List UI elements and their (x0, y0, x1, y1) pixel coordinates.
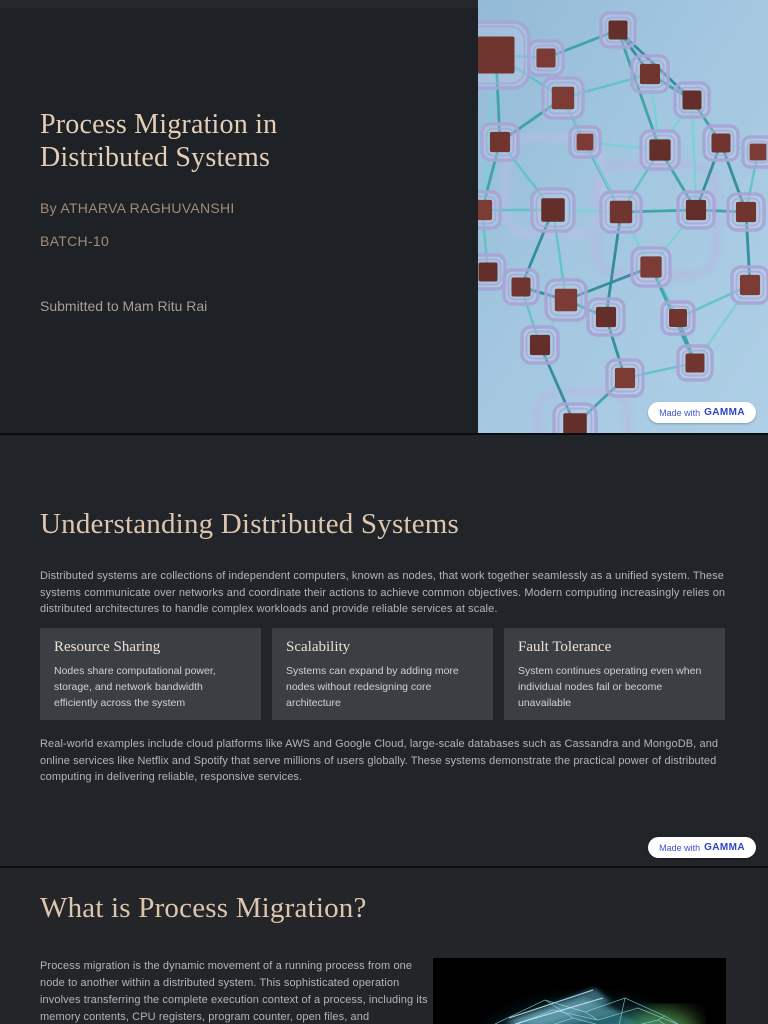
badge-made-with-text: Made with (659, 407, 701, 418)
title-slide: Process Migration in Distributed Systems… (0, 0, 768, 433)
presentation-title: Process Migration in Distributed Systems (40, 109, 278, 173)
presentation-document: Process Migration in Distributed Systems… (0, 0, 768, 1024)
badge-made-with-text: Made with (659, 842, 701, 853)
understanding-slide: Understanding Distributed Systems Distri… (0, 435, 768, 866)
gamma-logo-text: GAMMA (704, 407, 745, 418)
card-fault-tolerance: Fault Tolerance System continues operati… (504, 628, 725, 720)
card-scalability: Scalability Systems can expand by adding… (272, 628, 493, 720)
migration-heading: What is Process Migration? (40, 892, 367, 924)
submitted-to-label: Submitted to Mam Ritu Rai (40, 298, 208, 314)
migration-paragraph: Process migration is the dynamic movemen… (40, 960, 428, 1023)
understanding-outro-paragraph: Real-world examples include cloud platfo… (40, 738, 719, 783)
gamma-logo-text: GAMMA (704, 842, 745, 853)
card-title: Scalability (286, 639, 351, 655)
card-title: Resource Sharing (54, 639, 161, 655)
abstract-mesh-image (433, 958, 726, 1024)
card-body: Systems can expand by adding more nodes … (286, 665, 459, 709)
understanding-intro-paragraph: Distributed systems are collections of i… (40, 570, 726, 615)
card-body: System continues operating even when ind… (518, 665, 702, 709)
feature-cards-row: Resource Sharing Nodes share computation… (40, 628, 725, 720)
author-byline: By ATHARVA RAGHUVANSHI (40, 200, 235, 216)
network-nodes-hero-image (478, 0, 768, 433)
card-title: Fault Tolerance (518, 639, 612, 655)
card-resource-sharing: Resource Sharing Nodes share computation… (40, 628, 261, 720)
made-with-gamma-badge[interactable]: Made with GAMMA (648, 837, 756, 858)
understanding-heading: Understanding Distributed Systems (40, 508, 460, 540)
process-migration-slide: What is Process Migration? Process migra… (0, 868, 768, 1024)
card-body: Nodes share computational power, storage… (54, 665, 216, 709)
batch-label: BATCH-10 (40, 233, 110, 249)
made-with-gamma-badge[interactable]: Made with GAMMA (648, 402, 756, 423)
